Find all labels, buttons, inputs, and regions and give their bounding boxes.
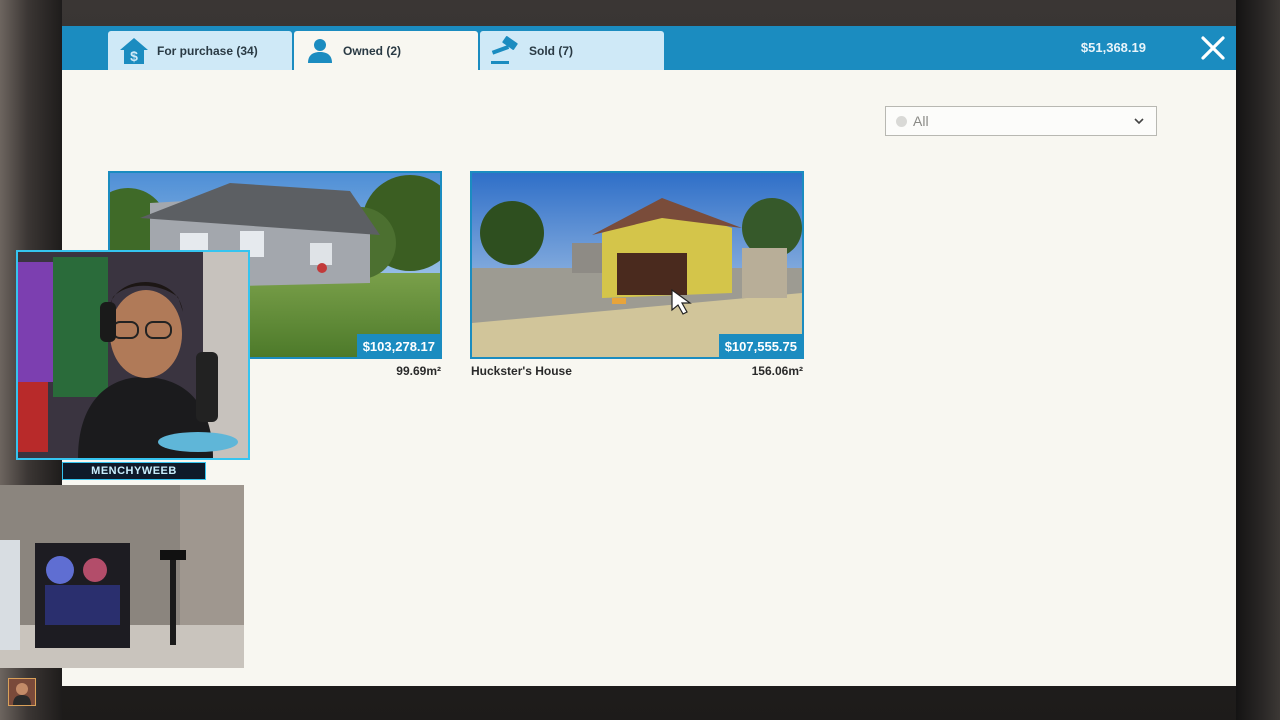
pc-webcam [0, 485, 244, 668]
tab-for-purchase[interactable]: $ For purchase (34) [108, 31, 292, 70]
property-area: 99.69m² [396, 364, 441, 378]
close-button[interactable] [1200, 35, 1226, 61]
streamer-tag: MENCHYWEEB [62, 462, 206, 480]
cursor-icon [671, 288, 692, 315]
bezel-right [1236, 0, 1280, 720]
streamer-webcam [16, 250, 250, 460]
person-icon [302, 36, 338, 66]
property-card[interactable]: $107,555.75 Huckster's House 156.06m² [470, 171, 804, 378]
close-icon [1201, 36, 1225, 60]
filter-value: All [913, 113, 929, 129]
property-name: Huckster's House [471, 364, 572, 378]
property-price: $103,278.17 [356, 334, 440, 357]
tab-label: Owned (2) [343, 43, 402, 58]
filter-dropdown[interactable]: All [885, 106, 1157, 136]
tab-owned[interactable]: Owned (2) [294, 31, 478, 70]
filter-dot-icon [896, 115, 907, 127]
svg-text:$: $ [130, 48, 138, 64]
dollar-house-icon: $ [116, 36, 152, 66]
tab-sold[interactable]: Sold (7) [480, 31, 664, 70]
property-price: $107,555.75 [718, 334, 802, 357]
property-image: $107,555.75 [470, 171, 804, 359]
avatar [8, 678, 36, 706]
tab-label: For purchase (34) [157, 43, 258, 58]
gavel-icon [488, 35, 524, 66]
balance-value: $51,368.19 [1080, 40, 1146, 55]
property-area: 156.06m² [751, 364, 803, 378]
top-bar: $ For purchase (34) Owned (2) Sold (7) $… [62, 26, 1236, 70]
tab-label: Sold (7) [529, 43, 573, 58]
chevron-down-icon [1134, 118, 1144, 125]
